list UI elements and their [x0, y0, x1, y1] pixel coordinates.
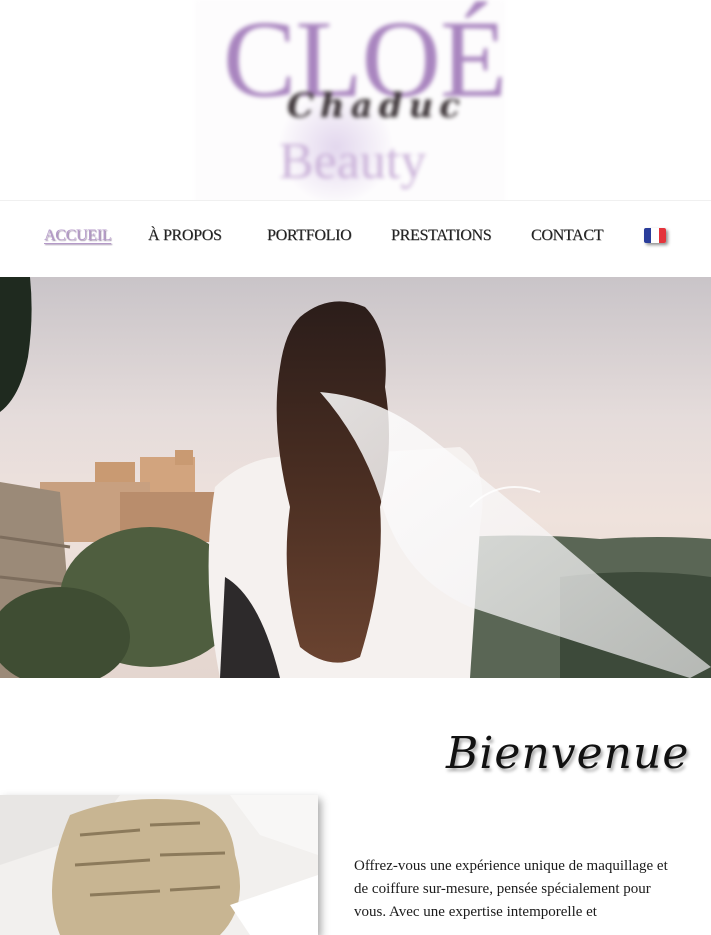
brand-logo[interactable]: CLOÉ Chaduc Beauty — [195, 0, 507, 210]
welcome-heading: Bienvenue — [446, 728, 690, 779]
logo-script-name: Chaduc — [287, 86, 467, 126]
hero-bride-illustration — [0, 277, 711, 678]
welcome-intro-text: Offrez-vous une expérience unique de maq… — [354, 858, 668, 920]
stone-wall-photo — [0, 795, 318, 935]
nav-item-accueil[interactable]: ACCUEIL — [44, 227, 112, 245]
nav-item-contact[interactable]: CONTACT — [531, 227, 603, 245]
flag-france-icon[interactable] — [644, 228, 666, 243]
nav-item-a-propos[interactable]: À PROPOS — [148, 227, 222, 245]
nav-item-prestations[interactable]: PRESTATIONS — [391, 227, 492, 245]
nav-item-portfolio[interactable]: PORTFOLIO — [267, 227, 352, 245]
logo-tagline: Beauty — [279, 133, 427, 190]
hero-image — [0, 277, 711, 678]
site-header: CLOÉ Chaduc Beauty — [0, 0, 711, 210]
welcome-photo — [0, 795, 318, 935]
main-navigation: ACCUEIL À PROPOS PORTFOLIO PRESTATIONS C… — [0, 200, 711, 277]
